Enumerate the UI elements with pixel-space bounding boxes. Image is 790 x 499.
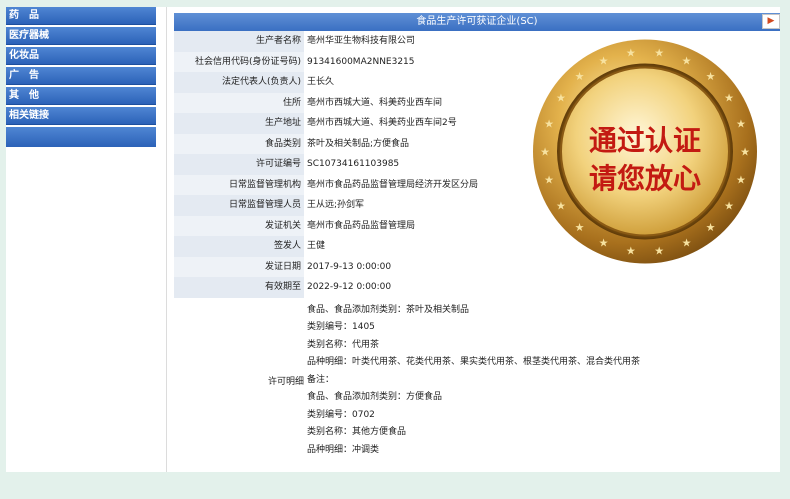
star-icon: ★ xyxy=(575,70,585,83)
field-label: 住所 xyxy=(174,92,304,113)
details-line: 类别编号：0702 xyxy=(307,409,375,420)
star-icon: ★ xyxy=(740,146,750,159)
nav-item-cosmetics[interactable]: 化妆品 xyxy=(6,47,156,65)
seal-text-line2: 请您放心 xyxy=(589,162,701,195)
star-icon: ★ xyxy=(540,146,550,159)
arrow-right-icon[interactable]: ▶ xyxy=(762,14,780,29)
star-icon: ★ xyxy=(706,70,716,83)
field-label: 日常监督管理机构 xyxy=(174,174,304,195)
panel-header: 食品生产许可获证企业(SC) ▶ xyxy=(174,13,780,31)
panel-title: 食品生产许可获证企业(SC) xyxy=(416,16,538,27)
details-lines: 食品、食品添加剂类别：茶叶及相关制品 类别编号：1405 类别名称：代用茶 品种… xyxy=(307,302,780,460)
field-label: 日常监督管理人员 xyxy=(174,195,304,216)
star-icon: ★ xyxy=(544,174,554,187)
details-line: 类别名称：其他方便食品 xyxy=(307,427,407,437)
star-icon: ★ xyxy=(575,221,585,234)
star-icon: ★ xyxy=(682,55,692,68)
details-line: 品种明细：冲调类 xyxy=(307,444,380,455)
star-icon: ★ xyxy=(626,47,636,60)
star-icon: ★ xyxy=(654,47,664,60)
star-icon: ★ xyxy=(682,237,692,250)
details-line: 食品、食品添加剂类别：方便食品 xyxy=(307,392,443,402)
star-icon: ★ xyxy=(599,237,609,250)
star-icon: ★ xyxy=(626,245,636,258)
details-line: 品种明细：叶类代用茶、花类代用茶、果实类代用茶、根茎类代用茶、混合类代用茶 xyxy=(307,357,641,367)
star-icon: ★ xyxy=(556,91,566,104)
details-line: 食品、食品添加剂类别：茶叶及相关制品 xyxy=(307,304,470,315)
nav-item-drugs[interactable]: 药 品 xyxy=(6,7,156,25)
certification-seal: ★★★★★★★★★★★★★★★★★ ★★★★★ 通过认证 请您放心 xyxy=(533,39,757,264)
field-label: 许可证编号 xyxy=(174,154,304,175)
field-label: 法定代表人(负责人) xyxy=(174,72,304,93)
star-icon: ★ xyxy=(736,174,746,187)
field-label: 食品类别 xyxy=(174,133,304,154)
seal-text-line1: 通过认证 xyxy=(589,124,701,157)
left-navigation: 药 品 医疗器械 化妆品 广 告 其 他 相关链接 xyxy=(6,7,156,147)
nav-item-other[interactable]: 其 他 xyxy=(6,87,156,105)
field-label: 发证机关 xyxy=(174,215,304,236)
star-icon: ★ xyxy=(599,55,609,68)
license-details-block: 许可明细 食品、食品添加剂类别：茶叶及相关制品 类别编号：1405 类别名称：代… xyxy=(174,302,780,460)
field-label: 有效期至 xyxy=(174,277,304,298)
field-label: 发证日期 xyxy=(174,256,304,277)
field-row-valid-until: 有效期至 2022-9-12 0:00:00 xyxy=(174,277,780,298)
details-label: 许可明细 xyxy=(267,376,304,387)
nav-item-medical-devices[interactable]: 医疗器械 xyxy=(6,27,156,45)
field-label: 社会信用代码(身份证号码) xyxy=(174,51,304,72)
screenshot-frame: 药 品 医疗器械 化妆品 广 告 其 他 相关链接 食品生产许可获证企业(SC)… xyxy=(6,7,780,472)
field-value: 2022-9-12 0:00:00 xyxy=(307,282,392,292)
star-icon: ★ xyxy=(654,245,664,258)
field-label: 签发人 xyxy=(174,236,304,257)
star-icon: ★ xyxy=(706,221,716,234)
field-label: 生产者名称 xyxy=(174,31,304,52)
details-line: 备注： xyxy=(307,374,335,385)
nav-divider xyxy=(166,7,167,472)
star-icon: ★ xyxy=(724,91,734,104)
star-icon: ★ xyxy=(556,200,566,213)
star-icon: ★ xyxy=(544,117,554,130)
nav-item-ads[interactable]: 广 告 xyxy=(6,67,156,85)
star-icon: ★ xyxy=(736,117,746,130)
nav-item-blank xyxy=(6,127,156,147)
details-line: 类别名称：代用茶 xyxy=(307,339,380,350)
details-line: 类别编号：1405 xyxy=(307,322,375,332)
star-icon: ★ xyxy=(724,200,734,213)
nav-item-related-links[interactable]: 相关链接 xyxy=(6,107,156,125)
field-label: 生产地址 xyxy=(174,113,304,134)
